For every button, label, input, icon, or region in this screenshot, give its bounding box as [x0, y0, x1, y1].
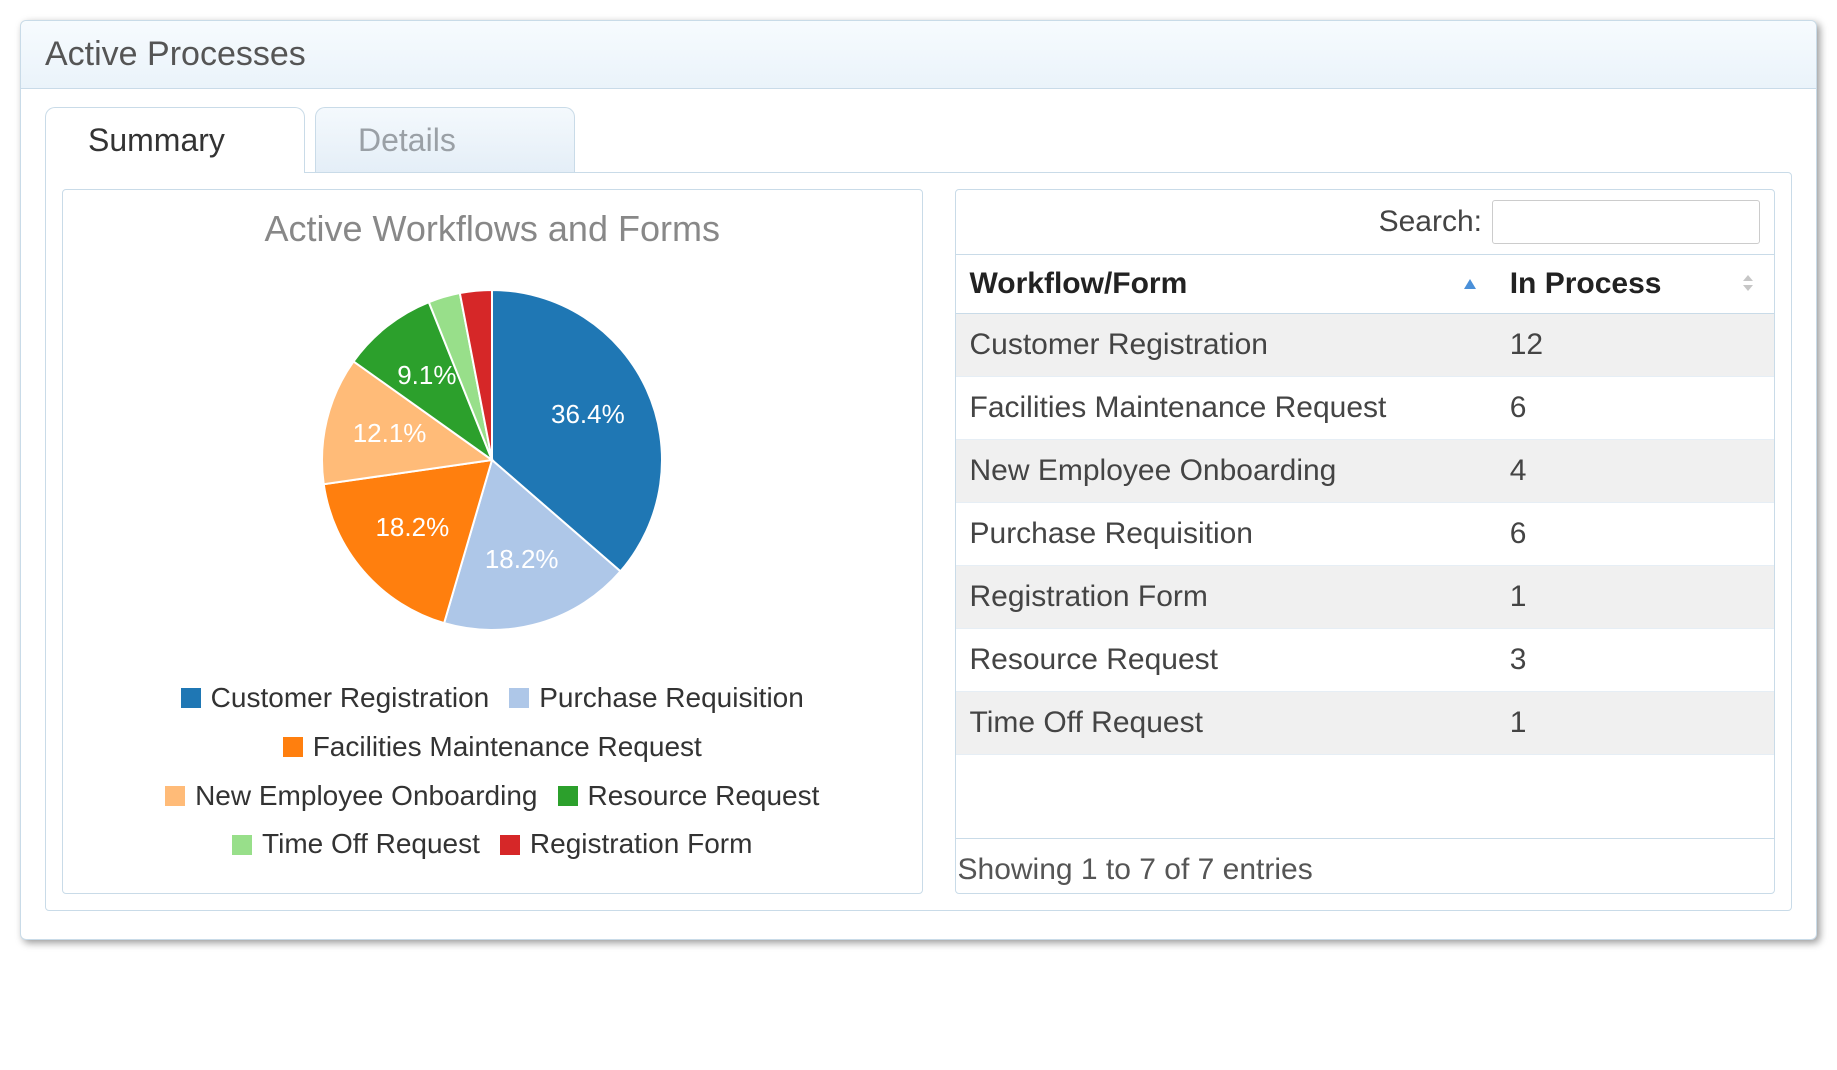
cell-in-process: 1 — [1496, 692, 1774, 755]
chart-legend: Customer Registration Purchase Requisitio… — [83, 674, 902, 869]
tab-content-summary: Active Workflows and Forms 36.4% 18.2% 18.… — [45, 172, 1792, 911]
cell-workflow-name: Purchase Requisition — [956, 503, 1496, 566]
pie-slice-label: 36.4% — [551, 399, 625, 429]
cell-workflow-name: Facilities Maintenance Request — [956, 377, 1496, 440]
legend-swatch-icon — [500, 835, 520, 855]
legend-label: Resource Request — [588, 774, 820, 819]
legend-swatch-icon — [181, 688, 201, 708]
cell-workflow-name: Resource Request — [956, 629, 1496, 692]
pie-slice-label: 12.1% — [353, 418, 427, 448]
legend-item[interactable]: Customer Registration — [181, 676, 490, 721]
table-row[interactable]: New Employee Onboarding4 — [956, 440, 1775, 503]
pie-chart: 36.4% 18.2% 18.2% 12.1% 9.1% — [282, 270, 702, 650]
pie-slice-label: 18.2% — [485, 544, 559, 574]
column-header-label: Workflow/Form — [970, 267, 1188, 300]
column-header-inprocess[interactable]: In Process — [1496, 255, 1774, 314]
cell-in-process: 6 — [1496, 503, 1774, 566]
cell-in-process: 4 — [1496, 440, 1774, 503]
cell-in-process: 3 — [1496, 629, 1774, 692]
legend-label: Time Off Request — [262, 822, 480, 867]
legend-swatch-icon — [558, 786, 578, 806]
search-input[interactable] — [1492, 200, 1760, 244]
cell-workflow-name: New Employee Onboarding — [956, 440, 1496, 503]
cell-in-process: 12 — [1496, 314, 1774, 377]
table-row[interactable]: Facilities Maintenance Request6 — [956, 377, 1775, 440]
legend-label: Purchase Requisition — [539, 676, 804, 721]
cell-in-process: 6 — [1496, 377, 1774, 440]
tab-summary[interactable]: Summary — [45, 107, 305, 173]
sort-both-icon — [1740, 267, 1756, 301]
active-processes-panel: Active Processes Summary Details Active … — [20, 20, 1817, 940]
table-row[interactable]: Time Off Request1 — [956, 692, 1775, 755]
legend-item[interactable]: New Employee Onboarding — [165, 774, 537, 819]
cell-workflow-name: Time Off Request — [956, 692, 1496, 755]
chart-title: Active Workflows and Forms — [83, 208, 902, 250]
legend-swatch-icon — [509, 688, 529, 708]
legend-item[interactable]: Facilities Maintenance Request — [283, 725, 702, 770]
legend-label: Registration Form — [530, 822, 753, 867]
legend-item[interactable]: Registration Form — [500, 822, 753, 867]
search-bar: Search: — [956, 190, 1775, 255]
table-footer: Showing 1 to 7 of 7 entries — [956, 838, 1775, 893]
column-header-label: In Process — [1510, 267, 1662, 300]
tab-details[interactable]: Details — [315, 107, 575, 173]
legend-item[interactable]: Time Off Request — [232, 822, 480, 867]
table-card: Search: Workflow/Form — [955, 189, 1776, 894]
legend-swatch-icon — [283, 737, 303, 757]
pie-slice-label: 9.1% — [397, 360, 456, 390]
legend-label: Customer Registration — [211, 676, 490, 721]
legend-item[interactable]: Purchase Requisition — [509, 676, 804, 721]
chart-card: Active Workflows and Forms 36.4% 18.2% 18.… — [62, 189, 923, 894]
cell-in-process: 1 — [1496, 566, 1774, 629]
cell-workflow-name: Registration Form — [956, 566, 1496, 629]
legend-item[interactable]: Resource Request — [558, 774, 820, 819]
legend-label: Facilities Maintenance Request — [313, 725, 702, 770]
table-row[interactable]: Resource Request3 — [956, 629, 1775, 692]
table-row[interactable]: Registration Form1 — [956, 566, 1775, 629]
data-table: Workflow/Form In Process — [956, 255, 1775, 755]
cell-workflow-name: Customer Registration — [956, 314, 1496, 377]
sort-asc-icon — [1462, 267, 1478, 301]
panel-title: Active Processes — [21, 21, 1816, 89]
column-header-workflow[interactable]: Workflow/Form — [956, 255, 1496, 314]
search-label: Search: — [1379, 205, 1482, 239]
table-row[interactable]: Purchase Requisition6 — [956, 503, 1775, 566]
legend-swatch-icon — [232, 835, 252, 855]
pie-slice-label: 18.2% — [376, 512, 450, 542]
legend-label: New Employee Onboarding — [195, 774, 537, 819]
tabs-bar: Summary Details — [45, 107, 1792, 173]
table-row[interactable]: Customer Registration12 — [956, 314, 1775, 377]
legend-swatch-icon — [165, 786, 185, 806]
panel-body: Summary Details Active Workflows and For… — [21, 89, 1816, 939]
